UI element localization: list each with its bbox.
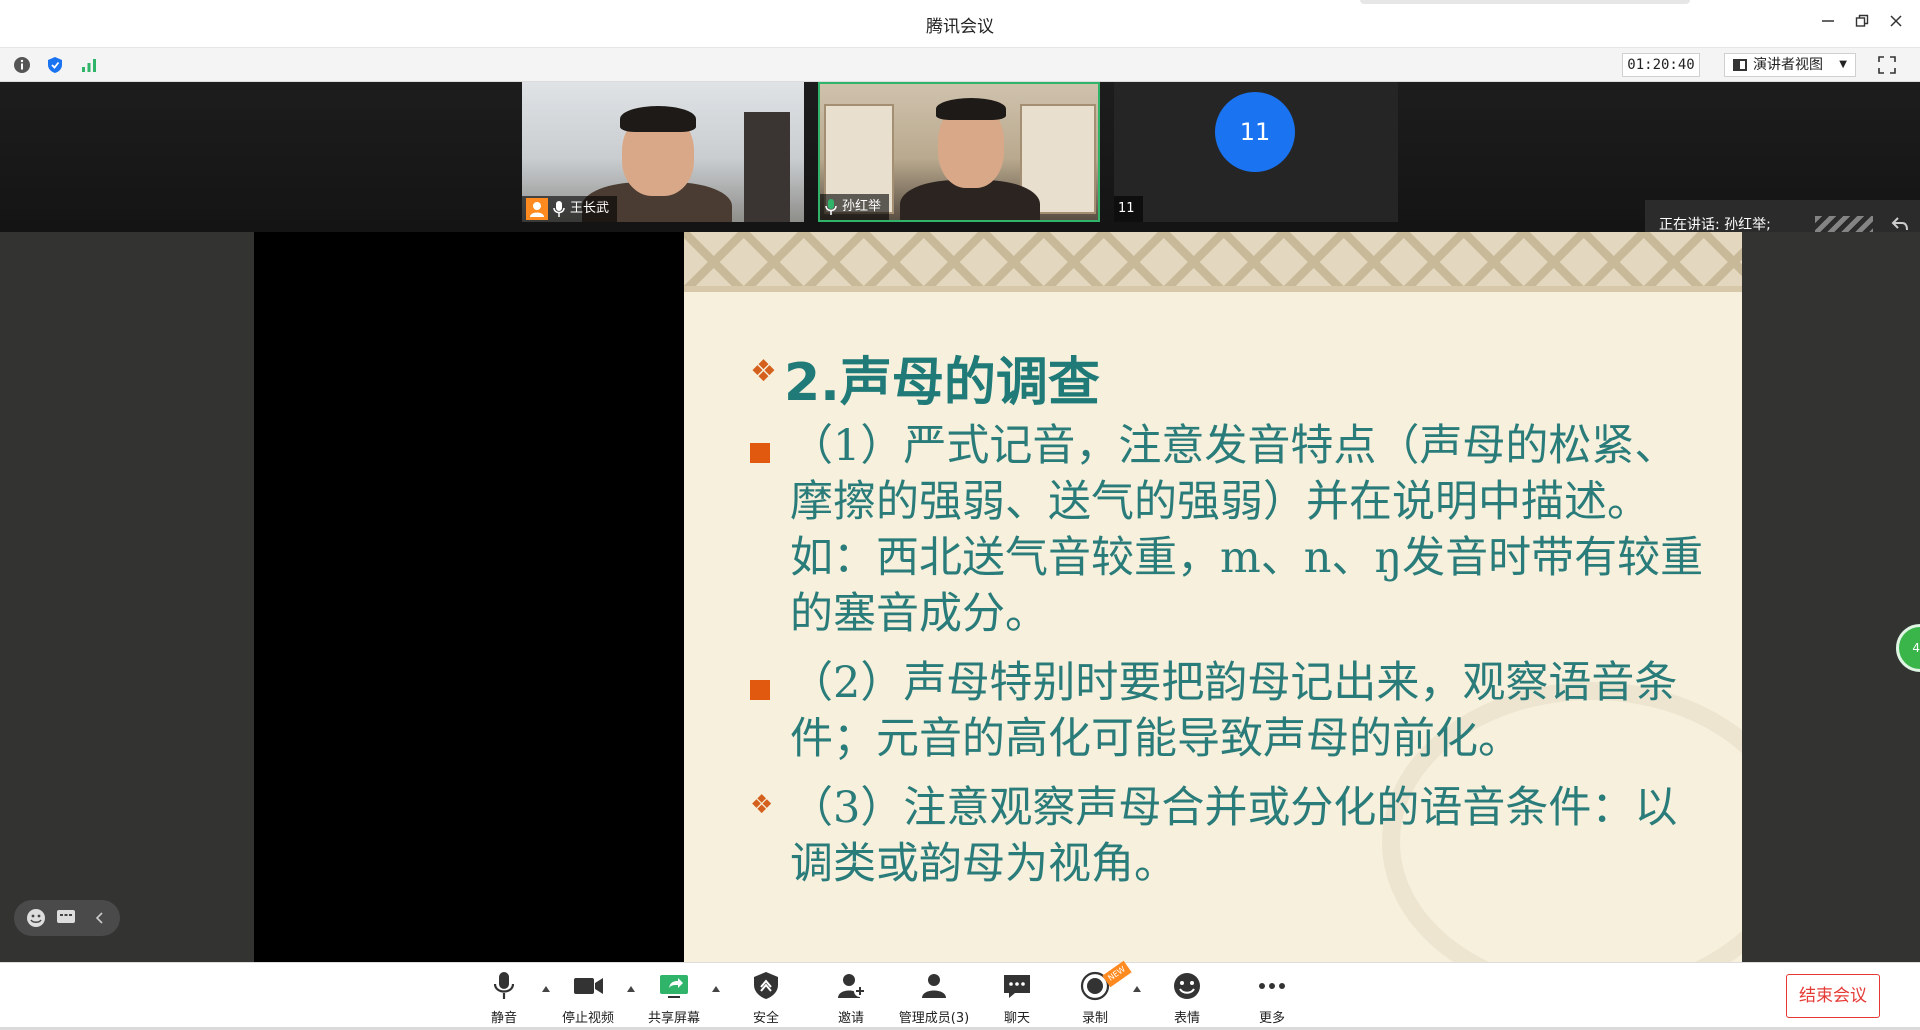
meeting-timer: 01:20:40 <box>1622 53 1700 77</box>
participant-name-bar: 11 <box>1114 196 1143 222</box>
quick-reaction-bar[interactable] <box>14 900 120 936</box>
end-meeting-button[interactable]: 结束会议 <box>1786 974 1880 1018</box>
video-tile-participant-2-active[interactable]: 孙红举 <box>818 82 1100 222</box>
stop-video-label: 停止视频 <box>561 1011 614 1026</box>
share-screen-icon <box>660 975 688 998</box>
presentation-slide: ❖ 2.声母的调查 （1）严式记音，注意发音特点（声母的松紧、摩擦的强弱、送气的… <box>684 232 1742 962</box>
microphone-icon <box>493 972 515 999</box>
close-icon <box>1890 15 1902 27</box>
title-bullet-icon: ❖ <box>750 354 777 389</box>
security-shield-icon[interactable] <box>46 56 64 74</box>
meeting-info-bar: 01:20:40 演讲者视图 ▼ <box>0 48 1920 82</box>
share-screen-button[interactable]: 共享屏幕 <box>634 969 714 1026</box>
title-bar-strip <box>1360 0 1690 4</box>
network-signal-icon[interactable] <box>80 56 98 74</box>
minimize-icon <box>1822 20 1834 22</box>
layout-icon <box>1733 59 1747 71</box>
participant-hair <box>620 106 696 132</box>
participant-avatar: 11 <box>1215 92 1295 172</box>
share-screen-label: 共享屏幕 <box>647 1011 700 1026</box>
video-tile-participant-1[interactable]: 王长武 <box>522 82 804 222</box>
background-door <box>744 112 790 222</box>
members-icon <box>922 974 946 998</box>
info-icon[interactable] <box>13 56 31 74</box>
more-button[interactable]: 更多 <box>1232 969 1312 1026</box>
fullscreen-icon[interactable] <box>1878 56 1896 74</box>
slide-item-3: （3）注意观察声母合并或分化的语音条件：以调类或韵母为视角。 <box>790 783 1678 889</box>
shared-content-stage: ❖ 2.声母的调查 （1）严式记音，注意发音特点（声母的松紧、摩擦的强弱、送气的… <box>254 232 1742 962</box>
video-strip: 王长武 孙红举 11 11 正在讲话: 孙红举; <box>0 82 1920 306</box>
participant-name: 王长武 <box>570 201 610 216</box>
emoji-icon <box>1174 973 1200 999</box>
emoji-icon[interactable] <box>26 908 46 928</box>
close-button[interactable] <box>1882 10 1910 36</box>
participant-name-bar: 孙红举 <box>820 194 890 220</box>
caret-up-icon[interactable] <box>1132 985 1142 993</box>
minimize-button[interactable] <box>1814 10 1842 36</box>
restore-button[interactable] <box>1848 10 1876 36</box>
bullet-diamond-icon: ❖ <box>750 790 774 820</box>
window-title: 腾讯会议 <box>926 17 994 37</box>
host-icon <box>526 198 548 220</box>
view-mode-dropdown[interactable]: 演讲者视图 ▼ <box>1724 53 1856 77</box>
title-bar: 腾讯会议 <box>0 0 1920 48</box>
participant-hair <box>936 98 1006 120</box>
reactions-button[interactable]: 表情 <box>1147 969 1227 1026</box>
shared-screen-area: ❖ 2.声母的调查 （1）严式记音，注意发音特点（声母的松紧、摩擦的强弱、送气的… <box>0 232 1920 962</box>
slide-item-2: （2）声母特别时要把韵母记出来，观察语音条件；元音的高化可能导致声母的前化。 <box>790 658 1678 764</box>
security-shield-icon <box>754 972 778 999</box>
stop-video-button[interactable]: 停止视频 <box>548 969 628 1026</box>
more-label: 更多 <box>1258 1011 1285 1026</box>
tencent-meeting-window: 腾讯会议 01:20:40 演讲者视图 ▼ 王长武 孙红举 11 11 正在讲话… <box>0 0 1920 1030</box>
participant-name: 孙红举 <box>842 199 882 214</box>
slide-decorative-border <box>684 232 1742 292</box>
add-user-icon <box>838 974 866 998</box>
microphone-icon <box>553 201 565 217</box>
record-label: 录制 <box>1081 1011 1108 1026</box>
participant-name-bar: 王长武 <box>522 196 618 222</box>
bottom-toolbar: 静音 停止视频 共享屏幕 安全 邀请 管理成员(3) 聊天 录制 NEW 表情 … <box>0 960 1920 1030</box>
chat-bubble-icon <box>1004 975 1030 998</box>
manage-members-button[interactable]: 管理成员(3) <box>894 969 974 1026</box>
bullet-square-icon <box>750 680 770 700</box>
slide-item-1: （1）严式记音，注意发音特点（声母的松紧、摩擦的强弱、送气的强弱）并在说明中描述… <box>790 421 1704 639</box>
security-button[interactable]: 安全 <box>726 969 806 1026</box>
slide-title: 2.声母的调查 <box>784 353 1100 413</box>
speaking-label: 正在讲话: 孙红举; <box>1659 217 1771 233</box>
dropdown-caret-icon: ▼ <box>1839 59 1847 70</box>
video-tile-participant-3[interactable]: 11 11 <box>1114 82 1398 222</box>
chevron-left-icon[interactable] <box>94 911 104 925</box>
invite-button[interactable]: 邀请 <box>811 969 891 1026</box>
caret-up-icon[interactable] <box>711 985 721 993</box>
restore-icon <box>1855 14 1869 27</box>
more-dots-icon <box>1259 983 1285 989</box>
microphone-active-icon <box>825 199 837 215</box>
video-camera-icon <box>574 978 603 994</box>
view-mode-label: 演讲者视图 <box>1753 57 1823 73</box>
return-arrow-icon[interactable] <box>1890 214 1910 234</box>
mute-button[interactable]: 静音 <box>464 969 544 1026</box>
barrage-icon[interactable] <box>56 909 76 927</box>
bullet-square-icon <box>750 443 770 463</box>
participant-name: 11 <box>1118 201 1135 216</box>
floating-status-badge[interactable]: 47 <box>1896 624 1920 672</box>
